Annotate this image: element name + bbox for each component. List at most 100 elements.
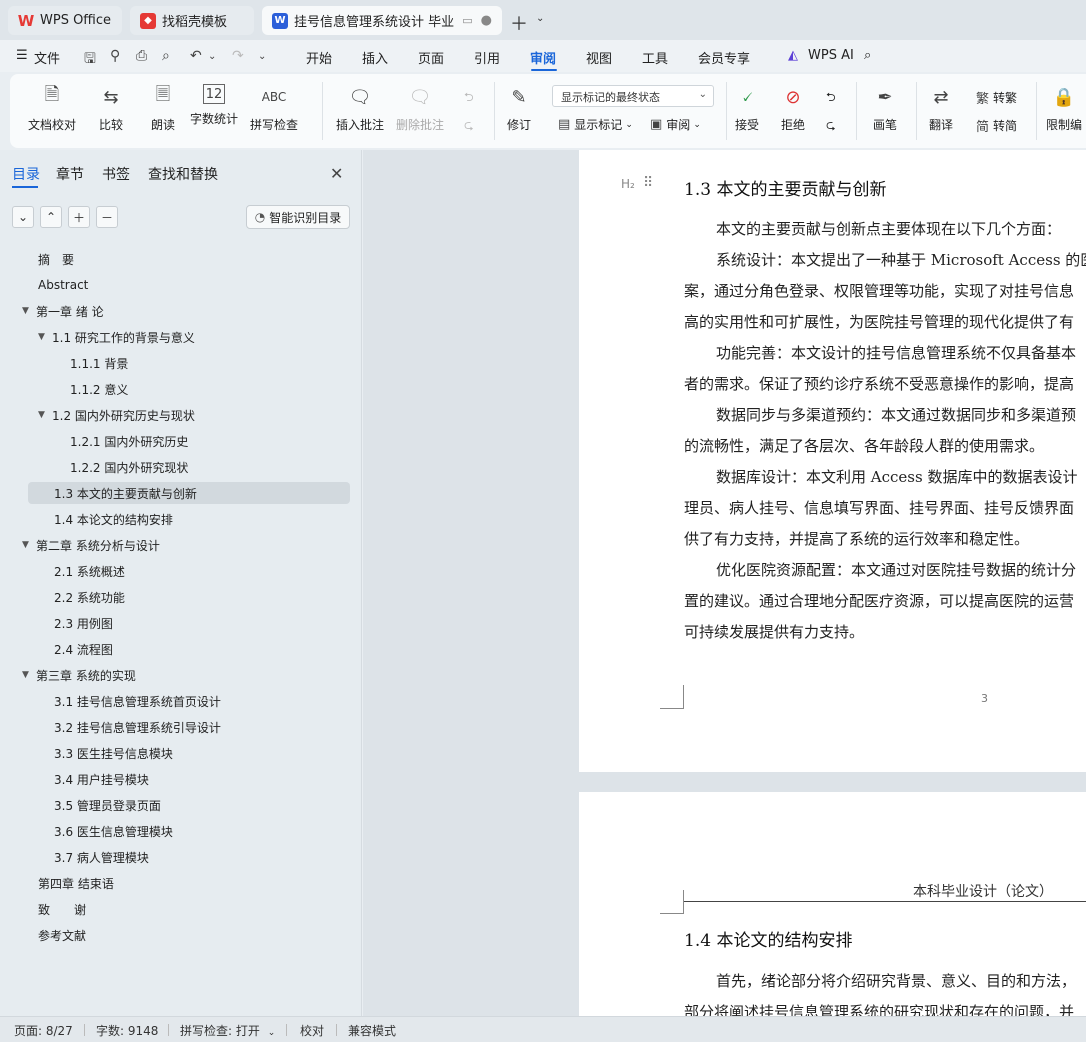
tab-wps-office[interactable]: W WPS Office	[8, 6, 122, 35]
read-aloud-button[interactable]: 🗏 朗读	[150, 84, 176, 133]
to-traditional-button[interactable]: 繁 转繁	[976, 88, 1017, 107]
review-pane-button[interactable]: ▣ 审阅 ⌄	[650, 116, 701, 133]
smart-toc-button[interactable]: ◔ 智能识别目录	[246, 205, 350, 229]
menu-file[interactable]: 文件	[34, 48, 60, 67]
ink-button[interactable]: ✒ 画笔	[872, 84, 898, 133]
search-icon[interactable]: ⌕	[864, 48, 871, 63]
undo-icon[interactable]: ↶	[190, 48, 202, 64]
next-change-icon[interactable]: ⮎	[826, 116, 836, 137]
toc-item[interactable]: 1.2.1 国内外研究历史	[70, 430, 188, 452]
reject-button[interactable]: ⊘ 拒绝	[780, 84, 806, 133]
unsaved-dot-icon[interactable]: ●	[481, 13, 492, 28]
close-icon[interactable]: ✕	[330, 164, 343, 183]
word-count-indicator[interactable]: 字数: 9148	[96, 1022, 158, 1039]
next-comment-icon[interactable]: ⮎	[464, 116, 474, 137]
expand-triangle-icon[interactable]: ▼	[38, 410, 46, 420]
toc-item[interactable]: ▼ 第三章 系统的实现	[22, 664, 136, 686]
proofread-indicator[interactable]: 校对	[300, 1022, 324, 1039]
toc-item[interactable]: ▼ 1.2 国内外研究历史与现状	[38, 404, 195, 426]
track-changes-button[interactable]: ✎ 修订	[506, 84, 532, 133]
expand-triangle-icon[interactable]: ▼	[22, 540, 30, 550]
spell-check-indicator[interactable]: 拼写检查: 打开 ⌄	[180, 1022, 275, 1039]
expand-triangle-icon[interactable]: ▼	[22, 670, 30, 680]
toc-item[interactable]: ▼ 第二章 系统分析与设计	[22, 534, 160, 556]
toc-item[interactable]: 第四章 结束语	[38, 872, 114, 894]
spell-check-button[interactable]: ABC 拼写检查	[250, 84, 298, 133]
redo-icon[interactable]: ↷	[232, 48, 244, 64]
toc-item[interactable]: 2.2 系统功能	[54, 586, 125, 608]
toc-item[interactable]: 1.3 本文的主要贡献与创新	[28, 482, 350, 504]
toc-item[interactable]: 3.5 管理员登录页面	[54, 794, 161, 816]
new-tab-plus-icon[interactable]: ＋	[510, 10, 528, 36]
add-heading-button[interactable]: ＋	[68, 206, 90, 228]
toc-item[interactable]: 3.7 病人管理模块	[54, 846, 149, 868]
hamburger-icon[interactable]: ☰	[16, 48, 28, 63]
toc-item[interactable]: 3.3 医生挂号信息模块	[54, 742, 173, 764]
menu-member[interactable]: 会员专享	[698, 48, 750, 67]
quick-access-chevron-icon[interactable]: ⌄	[258, 51, 266, 62]
chevron-down-icon: ⌄	[693, 119, 701, 130]
toc-item[interactable]: 致 谢	[38, 898, 86, 920]
show-markup-button[interactable]: ▤ 显示标记 ⌄	[558, 116, 633, 133]
menu-tools[interactable]: 工具	[642, 48, 668, 67]
tab-docer-templates[interactable]: ◆ 找稻壳模板	[130, 6, 254, 35]
menu-view[interactable]: 视图	[586, 48, 612, 67]
tab-current-document[interactable]: W 挂号信息管理系统设计 毕业论 ▭ ●	[262, 6, 502, 35]
nav-tab-toc[interactable]: 目录	[12, 164, 40, 184]
toc-item[interactable]: 3.4 用户挂号模块	[54, 768, 149, 790]
menu-review[interactable]: 审阅	[530, 48, 556, 67]
toc-item[interactable]: 1.1.1 背景	[70, 352, 128, 374]
translate-button[interactable]: ⇄ 翻译	[928, 84, 954, 133]
toc-item[interactable]: 1.1.2 意义	[70, 378, 128, 400]
undo-chevron-icon[interactable]: ⌄	[208, 51, 216, 62]
compat-mode-indicator[interactable]: 兼容模式	[348, 1022, 396, 1039]
expand-triangle-icon[interactable]: ▼	[22, 306, 30, 316]
toc-item[interactable]: 3.1 挂号信息管理系统首页设计	[54, 690, 221, 712]
toc-item[interactable]: 2.1 系统概述	[54, 560, 125, 582]
delete-comment-button[interactable]: 🗨 删除批注	[396, 84, 444, 133]
toc-item[interactable]: 摘 要	[38, 248, 74, 270]
toc-item[interactable]: 2.3 用例图	[54, 612, 113, 634]
previous-change-icon[interactable]: ⮌	[826, 88, 836, 109]
nav-tab-bookmarks[interactable]: 书签	[102, 164, 130, 184]
doc-check-button[interactable]: 🗎 文档校对	[28, 84, 76, 133]
expand-up-button[interactable]: ⌃	[40, 206, 62, 228]
print-icon[interactable]: ⎙	[136, 48, 147, 64]
toc-item[interactable]: 3.6 医生信息管理模块	[54, 820, 173, 842]
menu-wps-ai[interactable]: WPS AI	[808, 48, 854, 63]
restrict-editing-button[interactable]: 🔒 限制编	[1046, 84, 1082, 133]
toc-item[interactable]: 1.4 本论文的结构安排	[54, 508, 173, 530]
chevron-down-icon[interactable]: ⌄	[536, 13, 544, 24]
menu-insert[interactable]: 插入	[362, 48, 388, 67]
print-preview-icon[interactable]: ⌕	[162, 48, 170, 64]
menu-references[interactable]: 引用	[474, 48, 500, 67]
status-divider	[84, 1024, 85, 1036]
expand-triangle-icon[interactable]: ▼	[38, 332, 46, 342]
toc-item[interactable]: ▼ 1.1 研究工作的背景与意义	[38, 326, 195, 348]
insert-comment-button[interactable]: 🗨 插入批注	[336, 84, 384, 133]
document-canvas[interactable]: H₂ ⠿ 1.3 本文的主要贡献与创新 本文的主要贡献与创新点主要体现在以下几个…	[363, 150, 1086, 1016]
save-icon[interactable]: 🖫	[84, 48, 96, 72]
screen-icon[interactable]: ▭	[462, 14, 472, 27]
previous-comment-icon[interactable]: ⮌	[464, 88, 474, 109]
share-icon[interactable]: ⚲	[110, 48, 120, 64]
menu-page[interactable]: 页面	[418, 48, 444, 67]
nav-tab-find-replace[interactable]: 查找和替换	[148, 164, 218, 184]
word-count-button[interactable]: 12 字数统计	[190, 84, 238, 127]
toc-item[interactable]: 2.4 流程图	[54, 638, 113, 660]
menu-home[interactable]: 开始	[306, 48, 332, 67]
toc-item[interactable]: ▼ 第一章 绪 论	[22, 300, 104, 322]
nav-tab-sections[interactable]: 章节	[56, 164, 84, 184]
to-simplified-button[interactable]: 简 转简	[976, 116, 1017, 135]
drag-handle-icon[interactable]: ⠿	[643, 175, 653, 191]
toc-item[interactable]: 1.2.2 国内外研究现状	[70, 456, 188, 478]
collapse-all-button[interactable]: ⌄	[12, 206, 34, 228]
toc-item[interactable]: Abstract	[38, 274, 88, 296]
toc-item[interactable]: 参考文献	[38, 924, 86, 946]
page-indicator[interactable]: 页面: 8/27	[14, 1022, 73, 1039]
toc-item[interactable]: 3.2 挂号信息管理系统引导设计	[54, 716, 221, 738]
remove-heading-button[interactable]: －	[96, 206, 118, 228]
accept-button[interactable]: 🗸 接受	[734, 84, 760, 133]
compare-button[interactable]: ⇆ 比较	[98, 84, 124, 133]
markup-mode-select[interactable]: 显示标记的最终状态 ⌄	[552, 85, 714, 107]
